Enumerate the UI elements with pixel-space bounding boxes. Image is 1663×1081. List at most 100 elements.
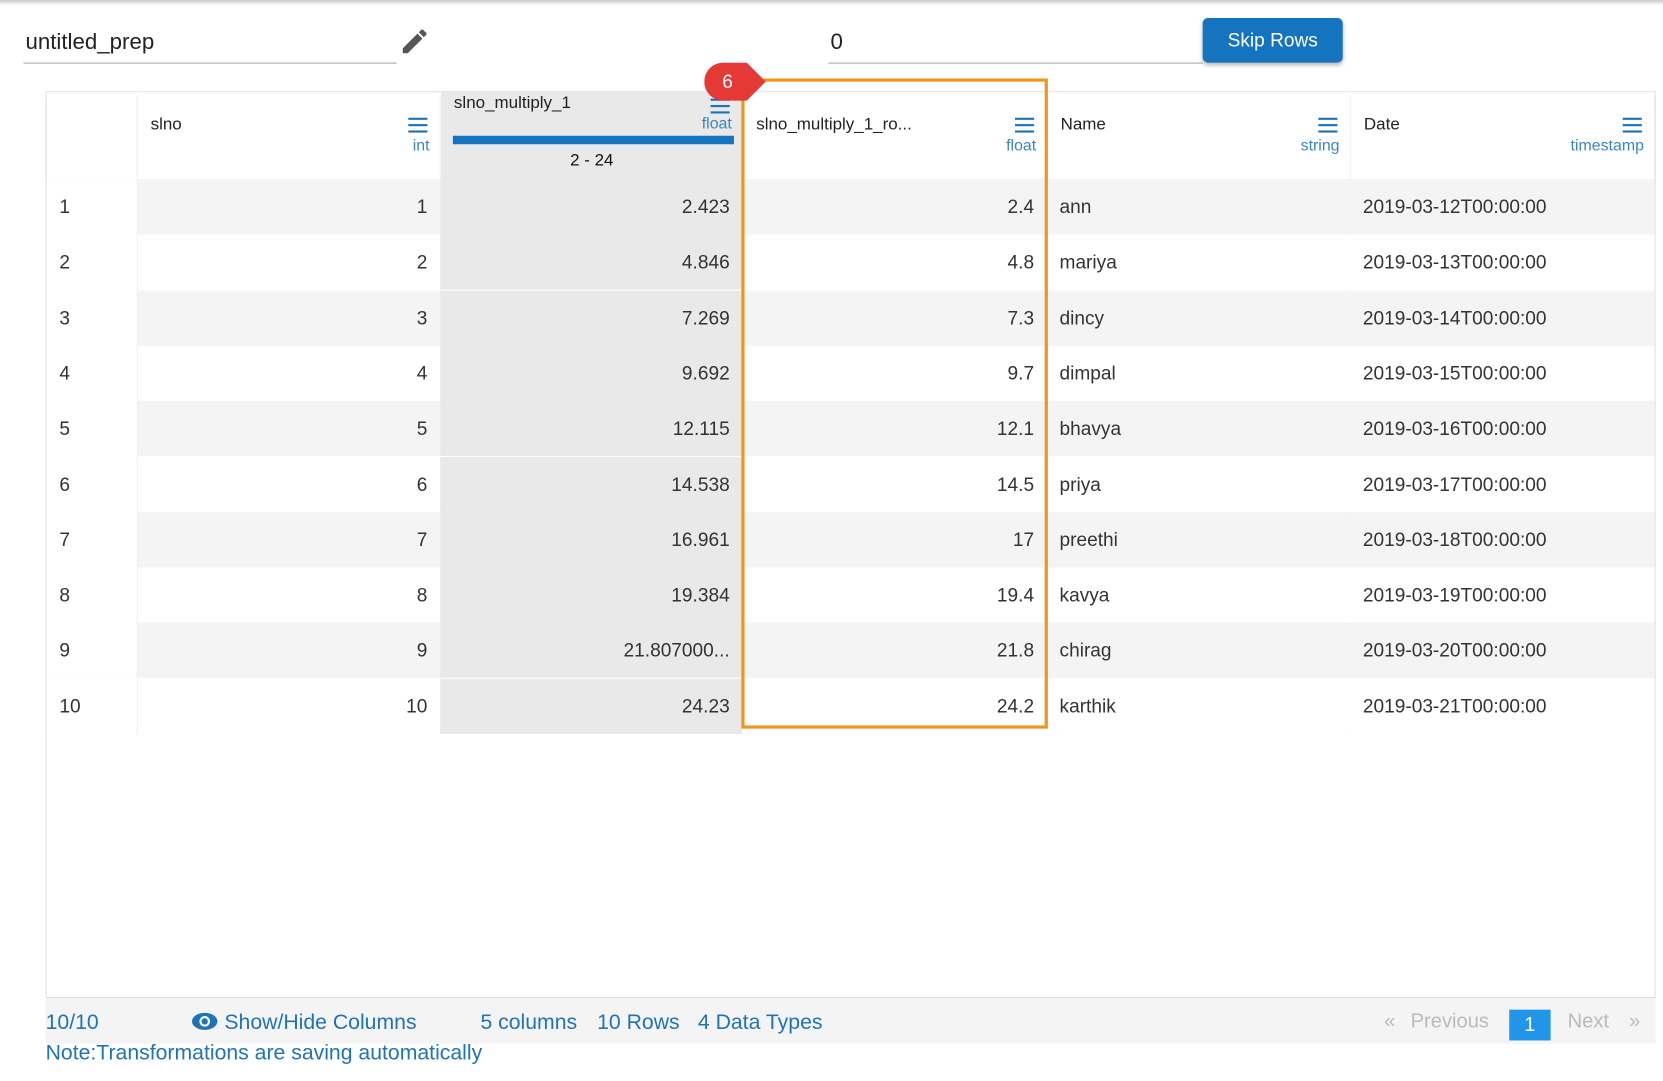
cell-slno-multiply-1: 2.423 xyxy=(440,179,743,235)
table-row: 1 1 2.423 2.4 ann 2019-03-12T00:00:00 xyxy=(46,179,1655,235)
column-menu-icon[interactable] xyxy=(1014,117,1035,133)
previous-button[interactable]: Previous xyxy=(1411,1011,1489,1034)
table-row: 5 5 12.115 12.1 bhavya 2019-03-16T00:00:00 xyxy=(46,401,1655,457)
cell-slno-multiply-1-round: 21.8 xyxy=(742,622,1047,679)
next-button[interactable]: Next xyxy=(1568,1011,1609,1034)
header-name[interactable]: Name string xyxy=(1047,92,1351,180)
row-index: 8 xyxy=(46,567,137,623)
grid-footer: 10/10 Show/Hide Columns 5 columns 10 Row… xyxy=(45,996,1656,1044)
show-hide-label: Show/Hide Columns xyxy=(224,1010,417,1035)
column-menu-icon[interactable] xyxy=(408,117,428,133)
step-badge-label: 6 xyxy=(722,72,733,93)
row-index: 4 xyxy=(46,345,137,401)
columns-count: 5 columns xyxy=(480,1010,578,1035)
cell-date: 2019-03-21T00:00:00 xyxy=(1350,678,1655,734)
column-menu-icon[interactable] xyxy=(1318,117,1338,133)
cell-slno-multiply-1-round: 4.8 xyxy=(742,234,1047,290)
cell-slno: 9 xyxy=(136,622,441,679)
column-name: slno_multiply_1 xyxy=(453,94,571,113)
row-count: 10/10 xyxy=(45,1010,99,1035)
cell-slno: 8 xyxy=(136,567,441,623)
step-badge: 6 xyxy=(704,62,766,101)
column-type: timestamp xyxy=(1570,136,1644,155)
cell-slno-multiply-1-round: 7.3 xyxy=(742,290,1047,346)
cell-name: karthik xyxy=(1046,678,1351,734)
show-hide-columns-button[interactable]: Show/Hide Columns xyxy=(191,1011,417,1035)
cell-date: 2019-03-13T00:00:00 xyxy=(1350,234,1655,290)
row-index: 7 xyxy=(46,512,137,568)
column-type: float xyxy=(1006,136,1037,155)
cell-slno: 6 xyxy=(136,456,441,512)
table-row: 3 3 7.269 7.3 dincy 2019-03-14T00:00:00 xyxy=(46,290,1655,346)
column-name: Name xyxy=(1060,115,1106,134)
header-slno-multiply-1[interactable]: slno_multiply_1 float 2 - 24 xyxy=(441,92,743,180)
autosave-note: Note:Transformations are saving automati… xyxy=(45,1041,483,1065)
cell-slno-multiply-1: 21.807000... xyxy=(440,622,743,679)
cell-slno-multiply-1-round: 19.4 xyxy=(742,567,1047,623)
header-date[interactable]: Date timestamp xyxy=(1351,92,1655,180)
column-menu-icon[interactable] xyxy=(1622,117,1642,133)
row-index: 9 xyxy=(46,622,137,679)
cell-date: 2019-03-20T00:00:00 xyxy=(1350,622,1655,679)
data-types-count: 4 Data Types xyxy=(697,1010,823,1035)
cell-name: dincy xyxy=(1046,290,1351,346)
column-type: int xyxy=(412,136,430,155)
cell-slno: 10 xyxy=(136,678,441,734)
cell-date: 2019-03-17T00:00:00 xyxy=(1350,456,1655,512)
cell-slno-multiply-1: 19.384 xyxy=(440,567,743,623)
row-index: 1 xyxy=(46,179,137,235)
cell-slno: 7 xyxy=(136,512,441,568)
row-index: 6 xyxy=(46,456,137,512)
cell-date: 2019-03-14T00:00:00 xyxy=(1350,290,1655,346)
table-row: 9 9 21.807000... 21.8 chirag 2019-03-20T00:00… xyxy=(46,622,1655,679)
cell-slno-multiply-1-round: 12.1 xyxy=(742,401,1047,457)
cell-slno: 3 xyxy=(136,290,441,346)
data-grid: slno int slno_multiply_1 float 2 - 24 slno_… xyxy=(45,91,1656,997)
cell-name: bhavya xyxy=(1046,401,1351,457)
cell-slno-multiply-1: 14.538 xyxy=(440,456,743,512)
cell-slno: 2 xyxy=(136,234,441,290)
row-index: 5 xyxy=(46,401,137,457)
page-1-button[interactable]: 1 xyxy=(1509,1009,1551,1041)
header-slno-multiply-1-round[interactable]: slno_multiply_1_ro... float xyxy=(743,92,1047,180)
cell-slno-multiply-1: 16.961 xyxy=(440,512,743,568)
header-slno[interactable]: slno int xyxy=(137,92,441,180)
header-index xyxy=(46,92,137,180)
cell-name: ann xyxy=(1046,179,1351,235)
cell-slno-multiply-1-round: 2.4 xyxy=(742,179,1047,235)
cell-slno-multiply-1: 7.269 xyxy=(440,290,743,346)
column-name: slno xyxy=(150,115,182,134)
cell-slno-multiply-1: 24.23 xyxy=(440,678,743,734)
skip-rows-button[interactable]: Skip Rows xyxy=(1202,18,1343,63)
column-histogram-bar xyxy=(452,135,734,145)
table-row: 7 7 16.961 17 preethi 2019-03-18T00:00:00 xyxy=(46,512,1655,568)
cell-slno: 4 xyxy=(136,345,441,401)
cell-name: mariya xyxy=(1046,234,1351,290)
table-row: 4 4 9.692 9.7 dimpal 2019-03-15T00:00:00 xyxy=(46,345,1655,401)
next-arrow-icon[interactable]: » xyxy=(1629,1011,1640,1034)
prep-name-input[interactable] xyxy=(23,21,397,64)
cell-slno-multiply-1: 4.846 xyxy=(440,234,743,290)
cell-date: 2019-03-12T00:00:00 xyxy=(1350,179,1655,235)
table-row: 2 2 4.846 4.8 mariya 2019-03-13T00:00:00 xyxy=(46,234,1655,290)
cell-slno-multiply-1: 9.692 xyxy=(440,345,743,401)
prev-arrow-icon[interactable]: « xyxy=(1384,1011,1395,1034)
cell-slno-multiply-1-round: 14.5 xyxy=(742,456,1047,512)
cell-name: preethi xyxy=(1046,512,1351,568)
edit-pencil-icon[interactable] xyxy=(399,25,431,57)
skip-rows-input[interactable] xyxy=(828,21,1203,64)
cell-date: 2019-03-15T00:00:00 xyxy=(1350,345,1655,401)
cell-slno-multiply-1-round: 24.2 xyxy=(742,678,1047,734)
table-row: 6 6 14.538 14.5 priya 2019-03-17T00:00:00 xyxy=(46,456,1655,512)
column-type: float xyxy=(701,114,732,133)
row-index: 3 xyxy=(46,290,137,346)
column-name: Date xyxy=(1363,115,1400,134)
column-type: string xyxy=(1300,136,1340,155)
row-index: 2 xyxy=(46,234,137,290)
cell-slno: 1 xyxy=(136,179,441,235)
column-menu-icon[interactable] xyxy=(710,98,730,114)
cell-slno-multiply-1: 12.115 xyxy=(440,401,743,457)
cell-name: dimpal xyxy=(1046,345,1351,401)
table-row: 10 10 24.23 24.2 karthik 2019-03-21T00:00:00 xyxy=(46,678,1655,734)
cell-date: 2019-03-18T00:00:00 xyxy=(1350,512,1655,568)
